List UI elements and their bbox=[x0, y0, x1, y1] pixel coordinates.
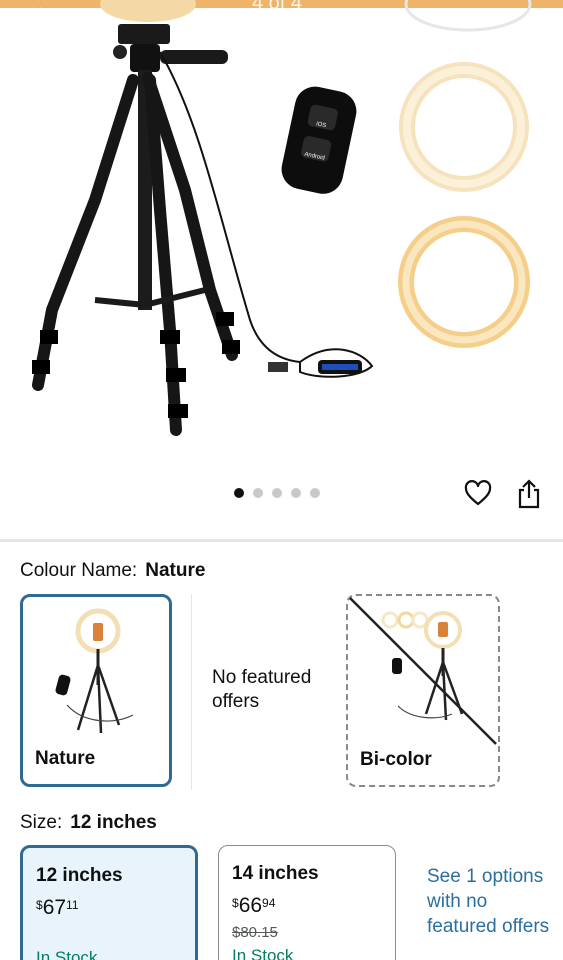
colour-swatch-nature[interactable]: Nature bbox=[20, 594, 172, 787]
size-option-12-inches[interactable]: 12 inches $6711 In Stock bbox=[20, 845, 198, 960]
price-currency: $ bbox=[232, 896, 239, 910]
size-label-row: Size: 12 inches bbox=[20, 812, 157, 834]
section-divider bbox=[0, 539, 563, 542]
carousel-dot[interactable] bbox=[272, 488, 282, 498]
colour-swatch-bicolor[interactable]: Bi-color bbox=[346, 594, 500, 787]
stock-status: In Stock bbox=[232, 946, 294, 960]
size-option-price: $6694 bbox=[232, 894, 275, 918]
carousel-dot[interactable] bbox=[253, 488, 263, 498]
swatch-label-nature: Nature bbox=[35, 748, 96, 769]
size-option-14-inches[interactable]: 14 inches $6694 $80.15 In Stock bbox=[218, 845, 396, 960]
price-currency: $ bbox=[36, 898, 43, 912]
share-icon[interactable] bbox=[516, 479, 542, 509]
size-value: 12 inches bbox=[70, 812, 157, 833]
carousel-dot[interactable] bbox=[291, 488, 301, 498]
size-option-price: $6711 bbox=[36, 896, 79, 920]
price-whole: 66 bbox=[238, 894, 263, 917]
heart-icon[interactable] bbox=[464, 480, 492, 508]
was-price: $80.15 bbox=[232, 924, 278, 941]
price-fraction: 11 bbox=[66, 898, 79, 912]
swatch-label-bicolor: Bi-color bbox=[360, 749, 432, 770]
price-whole: 67 bbox=[42, 896, 67, 919]
price-fraction: 94 bbox=[262, 896, 276, 910]
carousel-dots[interactable] bbox=[234, 488, 320, 498]
colour-value: Nature bbox=[145, 560, 206, 581]
size-option-title: 12 inches bbox=[36, 865, 123, 886]
carousel-dot[interactable] bbox=[310, 488, 320, 498]
tripod-ring-light-image: iOS Android bbox=[32, 0, 532, 436]
stock-status: In Stock bbox=[36, 948, 98, 960]
no-featured-offers-text: No featured offers bbox=[212, 667, 312, 712]
nature-thumbnail bbox=[55, 608, 134, 734]
carousel-dot[interactable] bbox=[234, 488, 244, 498]
swatch-separator bbox=[191, 594, 192, 790]
size-label: Size: bbox=[20, 812, 63, 833]
colour-label: Colour Name: bbox=[20, 560, 138, 581]
colour-label-row: Colour Name: Nature bbox=[20, 560, 205, 582]
size-option-title: 14 inches bbox=[232, 863, 319, 884]
see-more-options-link[interactable]: See 1 options with no featured offers bbox=[427, 864, 552, 939]
product-image[interactable]: iOS Android bbox=[0, 0, 563, 470]
